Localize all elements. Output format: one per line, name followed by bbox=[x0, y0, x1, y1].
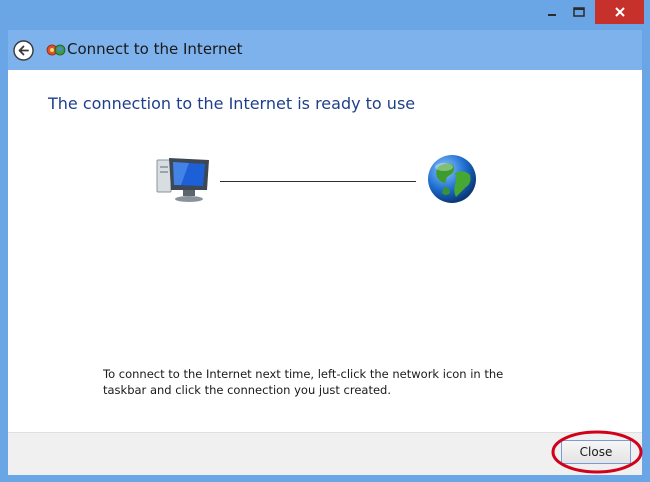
instruction-text: To connect to the Internet next time, le… bbox=[103, 367, 504, 397]
connection-line bbox=[220, 181, 416, 182]
close-icon bbox=[614, 7, 625, 17]
computer-icon bbox=[156, 158, 209, 202]
dialog-content: The connection to the Internet is ready … bbox=[8, 70, 642, 432]
network-connection-icon bbox=[46, 44, 66, 56]
dialog-header: Connect to the Internet bbox=[8, 30, 642, 70]
dialog-title: Connect to the Internet bbox=[67, 40, 243, 58]
maximize-button[interactable] bbox=[563, 0, 595, 24]
status-heading: The connection to the Internet is ready … bbox=[48, 94, 416, 113]
window-close-button[interactable] bbox=[595, 0, 644, 24]
back-arrow-icon[interactable] bbox=[13, 40, 34, 61]
dialog-window: Connect to the Internet The connection t… bbox=[0, 0, 650, 482]
globe-icon bbox=[428, 155, 476, 203]
minimize-button[interactable] bbox=[541, 0, 563, 24]
minimize-icon bbox=[548, 14, 556, 16]
title-bar bbox=[0, 0, 650, 30]
close-button[interactable]: Close bbox=[561, 440, 631, 464]
maximize-icon bbox=[573, 7, 585, 17]
dialog-footer bbox=[8, 432, 642, 475]
